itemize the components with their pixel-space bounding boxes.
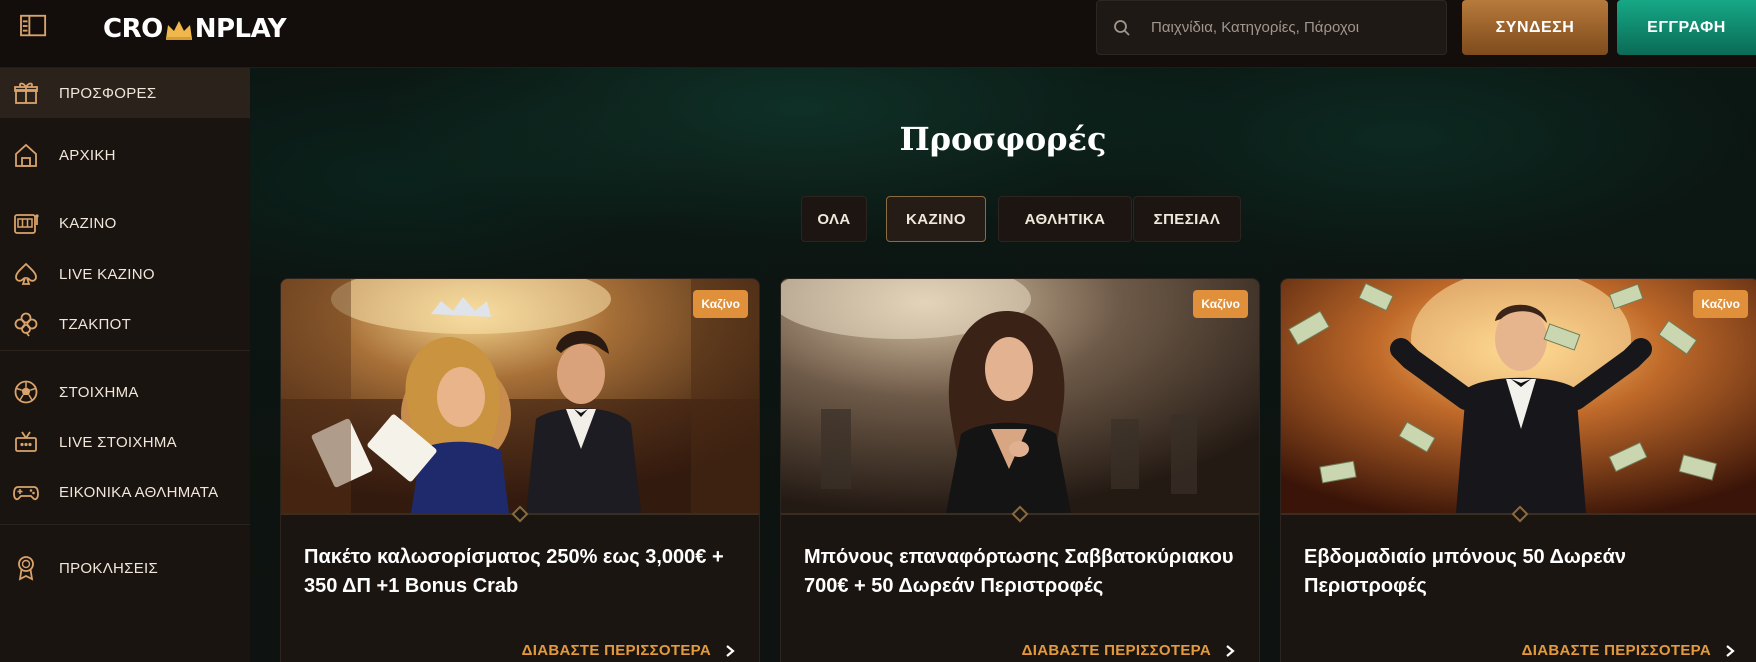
register-button[interactable]: ΕΓΓΡΑΦΗ xyxy=(1617,0,1756,55)
read-more-link[interactable]: ΔΙΑΒΑΣΤΕ ΠΕΡΙΣΣΟΤΕΡΑ xyxy=(522,642,737,659)
sidebar-item-label: ΕΙΚΟΝΙΚΑ ΑΘΛΗΜΑΤΑ xyxy=(59,483,219,501)
promo-image-man-money-rain xyxy=(1281,279,1756,513)
login-button[interactable]: ΣΥΝΔΕΣΗ xyxy=(1462,0,1608,55)
logo-text-right: NPLAY xyxy=(194,14,287,44)
sidebar-divider xyxy=(0,350,250,351)
promo-title: Μπόνους επαναφόρτωσης Σαββατοκύριακου 70… xyxy=(804,546,1234,597)
slot-machine-icon xyxy=(11,208,41,238)
sidebar-item-label: LIVE ΚΑΖΙΝΟ xyxy=(59,265,155,283)
chevron-right-icon xyxy=(1723,644,1737,658)
award-icon xyxy=(11,553,41,583)
sidebar-item-jackpot[interactable]: ΤΖΑΚΠΟΤ xyxy=(0,296,250,352)
sidebar-item-challenges[interactable]: ΠΡΟΚΛΗΣΕΙΣ xyxy=(0,540,250,596)
search-icon xyxy=(1113,19,1131,37)
promo-card[interactable]: Καζίνο Εβδομαδιαίο μπόνους 50 Δωρεάν Περ… xyxy=(1280,278,1756,662)
read-more-label: ΔΙΑΒΑΣΤΕ ΠΕΡΙΣΣΟΤΕΡΑ xyxy=(1521,642,1711,659)
crown-icon xyxy=(164,18,194,40)
sidebar-item-label: ΚΑΖΙΝΟ xyxy=(59,214,117,232)
promo-image-couple-casino xyxy=(281,279,759,513)
promotions-page: Προσφορές ΟΛΑ ΚΑΖΙΝΟ ΑΘΛΗΤΙΚΑ ΣΠΕΣΙΑΛ Κα… xyxy=(250,68,1756,662)
sidebar-item-casino[interactable]: ΚΑΖΙΝΟ xyxy=(0,195,250,251)
logo-text-left: CRO xyxy=(103,14,163,44)
chevron-right-icon xyxy=(1223,644,1237,658)
live-tv-icon xyxy=(11,427,41,457)
sidebar-divider xyxy=(0,524,250,525)
sidebar-nav: ΠΡΟΣΦΟΡΕΣ ΑΡΧΙΚΗ ΚΑΖΙΝΟ LIVE ΚΑΖΙΝΟ ΤΖΑΚ… xyxy=(0,68,250,662)
sidebar-item-live-casino[interactable]: LIVE ΚΑΖΙΝΟ xyxy=(0,246,250,302)
read-more-label: ΔΙΑΒΑΣΤΕ ΠΕΡΙΣΣΟΤΕΡΑ xyxy=(521,642,711,659)
read-more-link[interactable]: ΔΙΑΒΑΣΤΕ ΠΕΡΙΣΣΟΤΕΡΑ xyxy=(1022,642,1237,659)
search-bar[interactable] xyxy=(1096,0,1447,55)
sidebar-item-virtual-sports[interactable]: ΕΙΚΟΝΙΚΑ ΑΘΛΗΜΑΤΑ xyxy=(0,464,250,520)
category-badge: Καζίνο xyxy=(1693,290,1748,318)
read-more-label: ΔΙΑΒΑΣΤΕ ΠΕΡΙΣΣΟΤΕΡΑ xyxy=(1021,642,1211,659)
category-badge: Καζίνο xyxy=(1193,290,1248,318)
promo-card[interactable]: Καζίνο Πακέτο καλωσορίσματος 250% εως 3,… xyxy=(280,278,760,662)
top-header: CRO NPLAY ΣΥΝΔΕΣΗ ΕΓΓΡΑΦΗ xyxy=(0,0,1756,68)
filter-tab-all[interactable]: ΟΛΑ xyxy=(801,196,867,242)
promo-image-woman-casino xyxy=(781,279,1259,513)
sidebar-item-live-betting[interactable]: LIVE ΣΤΟΙΧΗΜΑ xyxy=(0,414,250,470)
sidebar-item-label: ΑΡΧΙΚΗ xyxy=(59,146,116,164)
filter-tab-casino[interactable]: ΚΑΖΙΝΟ xyxy=(886,196,986,242)
sidebar-item-label: ΠΡΟΚΛΗΣΕΙΣ xyxy=(59,559,159,577)
sidebar-item-label: ΣΤΟΙΧΗΜΑ xyxy=(59,383,139,401)
sidebar-toggle-icon[interactable] xyxy=(18,12,50,40)
sidebar-item-label: ΠΡΟΣΦΟΡΕΣ xyxy=(59,84,157,102)
promo-title: Εβδομαδιαίο μπόνους 50 Δωρεάν Περιστροφέ… xyxy=(1304,546,1627,597)
filter-tab-special[interactable]: ΣΠΕΣΙΑΛ xyxy=(1133,196,1241,242)
chevron-right-icon xyxy=(723,644,737,658)
crownplay-logo[interactable]: CRO NPLAY xyxy=(103,14,287,44)
read-more-link[interactable]: ΔΙΑΒΑΣΤΕ ΠΕΡΙΣΣΟΤΕΡΑ xyxy=(1522,642,1737,659)
clover-icon xyxy=(11,309,41,339)
promo-title: Πακέτο καλωσορίσματος 250% εως 3,000€ + … xyxy=(304,546,724,597)
search-input[interactable] xyxy=(1151,19,1431,36)
soccer-ball-icon xyxy=(11,377,41,407)
sidebar-item-betting[interactable]: ΣΤΟΙΧΗΜΑ xyxy=(0,364,250,420)
gamepad-icon xyxy=(11,477,41,507)
sidebar-item-home[interactable]: ΑΡΧΙΚΗ xyxy=(0,128,250,182)
page-title: Προσφορές xyxy=(899,120,1107,158)
spade-icon xyxy=(11,259,41,289)
promo-card[interactable]: Καζίνο Μπόνους επαναφόρτωσης Σαββατοκύρι… xyxy=(780,278,1260,662)
sidebar-item-label: ΤΖΑΚΠΟΤ xyxy=(59,315,132,333)
category-badge: Καζίνο xyxy=(693,290,748,318)
gift-icon xyxy=(11,78,41,108)
sidebar-item-label: LIVE ΣΤΟΙΧΗΜΑ xyxy=(59,433,177,451)
sidebar-item-offers[interactable]: ΠΡΟΣΦΟΡΕΣ xyxy=(0,68,250,118)
home-icon xyxy=(11,140,41,170)
filter-tab-sports[interactable]: ΑΘΛΗΤΙΚΑ xyxy=(998,196,1132,242)
